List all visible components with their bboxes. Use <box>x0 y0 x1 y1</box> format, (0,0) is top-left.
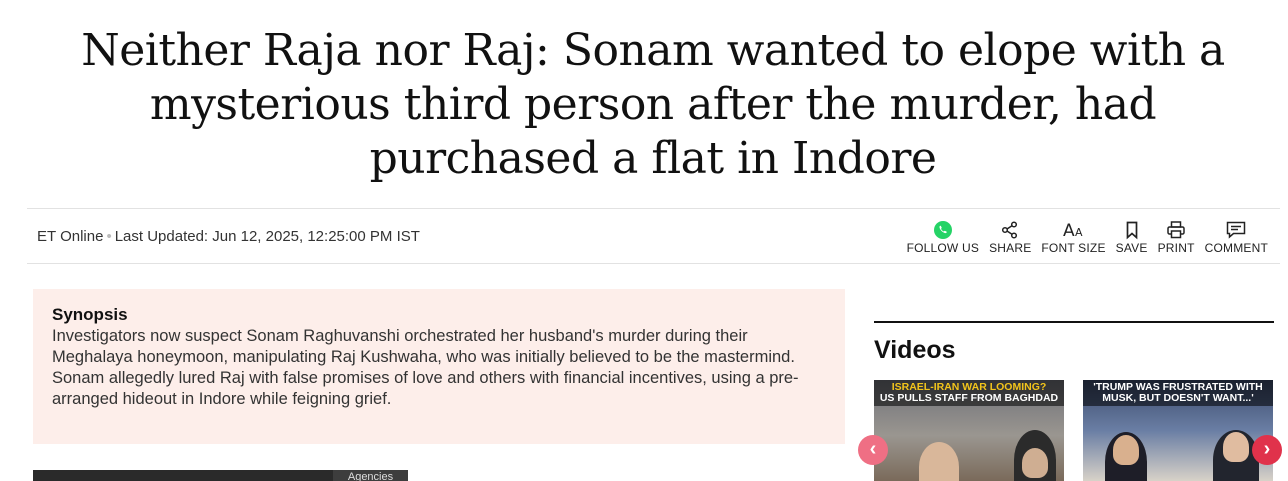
video-caption-line2: MUSK, BUT DOESN'T WANT...' <box>1102 392 1254 404</box>
save-button[interactable]: SAVE <box>1111 219 1153 255</box>
video-caption: ISRAEL-IRAN WAR LOOMING? US PULLS STAFF … <box>874 380 1064 406</box>
article-actions: FOLLOW US SHARE AA FONT SIZE SAVE PRINT <box>902 219 1273 255</box>
print-button[interactable]: PRINT <box>1153 219 1200 255</box>
follow-us-label: FOLLOW US <box>906 241 980 255</box>
video-caption-line2: US PULLS STAFF FROM BAGHDAD <box>879 392 1059 404</box>
font-size-icon: AA <box>1062 219 1086 241</box>
whatsapp-icon <box>933 219 953 241</box>
follow-us-button[interactable]: FOLLOW US <box>902 219 984 255</box>
person-figure <box>919 442 959 481</box>
person-figure <box>1022 448 1048 478</box>
carousel-prev-button[interactable]: ‹ <box>858 435 888 465</box>
article-meta-bar: ET Online • Last Updated: Jun 12, 2025, 12… <box>27 208 1280 264</box>
carousel-next-button[interactable]: › <box>1252 435 1282 465</box>
save-label: SAVE <box>1115 241 1148 255</box>
font-size-label: FONT SIZE <box>1041 241 1106 255</box>
bookmark-icon <box>1124 219 1140 241</box>
last-updated: Last Updated: Jun 12, 2025, 12:25:00 PM … <box>114 228 420 245</box>
videos-divider <box>874 321 1274 323</box>
videos-heading: Videos <box>874 336 956 364</box>
person-figure <box>1223 432 1249 462</box>
svg-text:A: A <box>1075 226 1083 239</box>
image-source-tag: Agencies <box>333 470 408 481</box>
font-size-button[interactable]: AA FONT SIZE <box>1036 219 1110 255</box>
article-image: Agencies <box>33 470 408 481</box>
comment-label: COMMENT <box>1204 241 1268 255</box>
author-name[interactable]: ET Online <box>37 228 103 245</box>
share-label: SHARE <box>989 241 1032 255</box>
share-icon <box>1000 219 1020 241</box>
video-caption: 'TRUMP WAS FRUSTRATED WITH MUSK, BUT DOE… <box>1083 380 1273 406</box>
comment-button[interactable]: COMMENT <box>1200 219 1273 255</box>
person-figure <box>1113 435 1139 465</box>
video-thumbnail[interactable]: 'TRUMP WAS FRUSTRATED WITH MUSK, BUT DOE… <box>1083 380 1273 481</box>
byline: ET Online • Last Updated: Jun 12, 2025, 12… <box>37 228 420 245</box>
synopsis-text: Investigators now suspect Sonam Raghuvan… <box>52 327 799 408</box>
synopsis-box: Synopsis Investigators now suspect Sonam… <box>33 289 845 444</box>
comment-icon <box>1225 219 1247 241</box>
separator-dot: • <box>106 228 112 245</box>
printer-icon <box>1166 219 1186 241</box>
svg-text:A: A <box>1063 221 1075 240</box>
synopsis-title: Synopsis <box>52 305 128 324</box>
share-button[interactable]: SHARE <box>984 219 1036 255</box>
article-headline: Neither Raja nor Raj: Sonam wanted to el… <box>81 25 1225 184</box>
print-label: PRINT <box>1157 241 1195 255</box>
video-thumbnail[interactable]: ISRAEL-IRAN WAR LOOMING? US PULLS STAFF … <box>874 380 1064 481</box>
